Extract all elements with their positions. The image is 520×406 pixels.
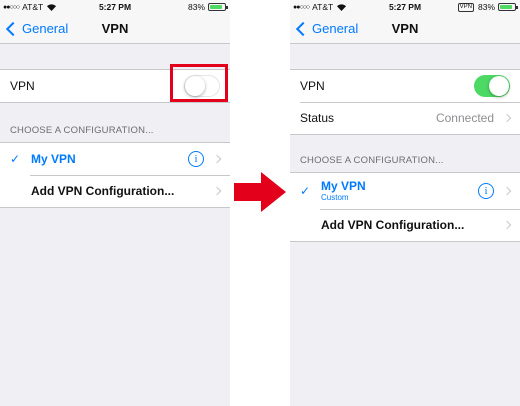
status-bar: ●●○○○ AT&T 5:27 PM 83% [0, 0, 230, 14]
add-vpn-configuration-label: Add VPN Configuration... [321, 218, 465, 232]
battery-level-fill [210, 5, 222, 9]
config-row-my-vpn[interactable]: ✓ My VPN Custom i [290, 173, 520, 209]
battery-icon [498, 3, 518, 11]
add-vpn-configuration-row[interactable]: Add VPN Configuration... [290, 209, 520, 241]
status-label: Status [300, 111, 335, 125]
battery-percent: 83% [477, 2, 495, 12]
config-name: My VPN [321, 179, 366, 193]
vpn-label: VPN [300, 79, 325, 93]
chevron-right-icon [502, 186, 512, 196]
configuration-group: ✓ My VPN Custom i Add VPN Configuration.… [290, 172, 520, 242]
checkmark-icon: ✓ [10, 152, 21, 166]
chevron-right-icon [212, 186, 222, 196]
section-header-configuration: CHOOSE A CONFIGURATION... [300, 155, 444, 166]
config-row-my-vpn[interactable]: ✓ My VPN i [0, 143, 230, 175]
page-title: VPN [391, 21, 419, 36]
battery-icon [208, 3, 228, 11]
info-icon[interactable]: i [478, 183, 494, 199]
vpn-toggle-switch[interactable] [474, 75, 510, 97]
page-title: VPN [101, 21, 129, 36]
chevron-right-icon [502, 220, 512, 230]
chevron-right-icon [212, 154, 222, 164]
vpn-toggle-group: VPN Status Connected [290, 69, 520, 135]
configuration-group: ✓ My VPN i Add VPN Configuration... [0, 142, 230, 208]
section-header-configuration: CHOOSE A CONFIGURATION... [10, 125, 154, 136]
vpn-label: VPN [10, 79, 35, 93]
checkmark-icon: ✓ [300, 184, 311, 198]
config-type: Custom [321, 193, 349, 202]
navigation-bar: General VPN [290, 14, 520, 44]
add-vpn-configuration-row[interactable]: Add VPN Configuration... [0, 175, 230, 207]
config-name: My VPN [31, 152, 76, 166]
add-vpn-configuration-label: Add VPN Configuration... [31, 184, 175, 198]
right-phone-screen: ●●○○○ AT&T 5:27 PM VPN 83% General VPN V… [290, 0, 520, 406]
toggle-knob [489, 76, 509, 96]
arrow-right-icon [234, 172, 286, 212]
vpn-toggle-row: VPN [290, 70, 520, 102]
toggle-highlight-box [170, 64, 228, 102]
battery-percent: 83% [187, 2, 205, 12]
battery-level-fill [500, 5, 512, 9]
left-phone-screen: ●●○○○ AT&T 5:27 PM 83% General VPN VPN C… [0, 0, 230, 406]
vpn-status-badge: VPN [457, 2, 474, 12]
status-value: Connected [435, 111, 494, 125]
chevron-right-icon [502, 113, 512, 123]
info-icon[interactable]: i [188, 151, 204, 167]
status-row[interactable]: Status Connected [290, 102, 520, 134]
status-bar: ●●○○○ AT&T 5:27 PM VPN 83% [290, 0, 520, 14]
navigation-bar: General VPN [0, 14, 230, 44]
